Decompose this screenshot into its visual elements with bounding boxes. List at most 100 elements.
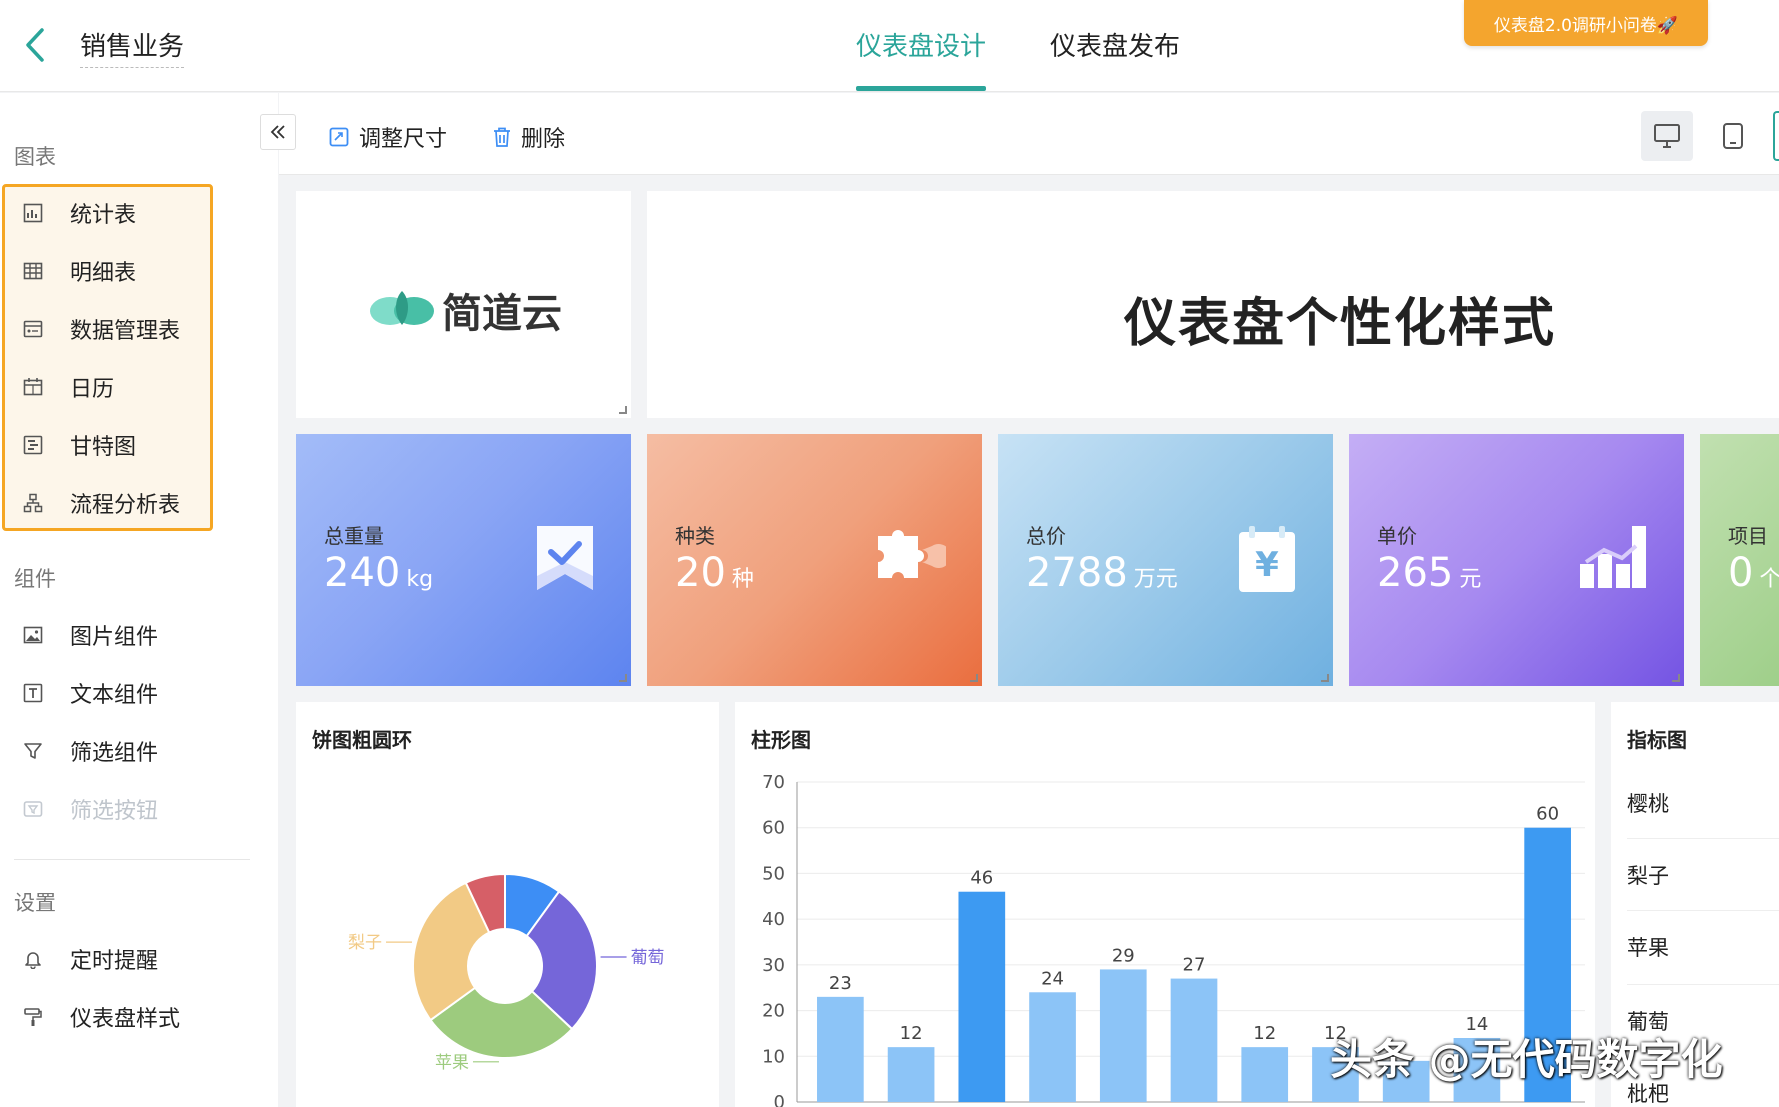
bar-data-label: 24: [1041, 968, 1064, 989]
card-resize-handle[interactable]: [970, 674, 978, 682]
sidebar-item-detail-table[interactable]: 明细表: [22, 251, 136, 291]
logo-text: 简道云: [442, 291, 562, 337]
double-chevron-left-icon: [270, 125, 285, 139]
card-resize-handle[interactable]: [1321, 674, 1329, 682]
filter-button-icon: [22, 798, 44, 820]
calendar-icon: [22, 376, 44, 398]
survey-button[interactable]: 仪表盘2.0调研小问卷🚀: [1464, 0, 1708, 46]
sidebar-item-image-component[interactable]: 图片组件: [22, 615, 158, 655]
bar-data-label: 23: [829, 973, 852, 994]
delete-label: 删除: [521, 127, 566, 152]
flow-icon: [22, 492, 44, 514]
pie-slice-label: 苹果: [435, 1053, 469, 1073]
card-resize-handle[interactable]: [619, 674, 627, 682]
back-button[interactable]: [20, 26, 50, 64]
metric-divider: [1627, 838, 1779, 839]
sidebar-item-timed-reminder[interactable]: 定时提醒: [22, 939, 158, 979]
mobile-view-button[interactable]: [1707, 111, 1759, 161]
bar-data-label: 12: [900, 1023, 923, 1044]
logo-card[interactable]: 简道云: [296, 191, 631, 418]
y-tick-label: 10: [762, 1046, 785, 1067]
bell-icon: [22, 948, 44, 970]
card-resize-handle[interactable]: [619, 406, 627, 414]
sidebar-item-label: 统计表: [70, 203, 137, 228]
bar[interactable]: [1029, 992, 1076, 1102]
sidebar-item-data-manage[interactable]: 数据管理表: [22, 309, 180, 349]
sidebar-item-gantt[interactable]: 甘特图: [22, 425, 136, 465]
y-tick-label: 50: [762, 863, 785, 884]
toolbar-overflow-button[interactable]: [1773, 111, 1779, 161]
y-tick-label: 30: [762, 955, 785, 976]
section-title-components: 组件: [14, 567, 56, 591]
app-title[interactable]: 销售业务: [80, 26, 185, 68]
watermark-text: 头条 @无代码数字化: [1330, 1035, 1723, 1084]
bar-trend-icon: [1578, 524, 1648, 594]
puzzle-icon: [870, 524, 951, 594]
text-icon: [22, 682, 44, 704]
stat-table-icon: [22, 202, 44, 224]
check-flag-icon: [535, 524, 595, 596]
sidebar-item-text-component[interactable]: 文本组件: [22, 673, 158, 713]
resize-icon: [329, 127, 349, 147]
image-icon: [22, 624, 44, 646]
jiandaoyun-logo-icon: [370, 291, 434, 325]
bar[interactable]: [1170, 978, 1218, 1102]
y-tick-label: 20: [762, 1001, 785, 1022]
bar[interactable]: [1099, 969, 1147, 1102]
collapse-sidebar-button[interactable]: [260, 114, 296, 150]
y-tick-label: 0: [774, 1092, 785, 1107]
sidebar-item-filter-component[interactable]: 筛选组件: [22, 731, 158, 771]
paint-roller-icon: [22, 1006, 44, 1028]
title-card[interactable]: 仪表盘个性化样式: [647, 191, 1779, 418]
kpi-label: 总重量: [324, 524, 384, 548]
dashboard-title: 仪表盘个性化样式: [1123, 294, 1556, 354]
bar[interactable]: [958, 891, 1006, 1102]
sidebar: 图表 统计表 明细表 数据管理表 日历 甘特图 流程分析表 组件 图片组件 文本…: [0, 93, 278, 1107]
tab-dashboard-design[interactable]: 仪表盘设计: [856, 26, 986, 63]
sidebar-item-stat-table[interactable]: 统计表: [22, 193, 136, 233]
bar-data-label: 12: [1253, 1023, 1276, 1044]
bar-data-label: 60: [1536, 804, 1559, 825]
section-title-settings: 设置: [14, 891, 56, 915]
kpi-card-total-price[interactable]: 总价 2788 万元 ¥: [998, 434, 1333, 686]
bar-data-label: 29: [1112, 945, 1135, 966]
data-manage-icon: [22, 318, 44, 340]
sidebar-item-calendar[interactable]: 日历: [22, 367, 114, 407]
bar[interactable]: [887, 1047, 935, 1102]
pie-chart-card[interactable]: 饼图粗圆环 葡萄 苹果 梨子: [296, 702, 719, 1107]
pie-slice-label: 梨子: [348, 933, 382, 953]
sidebar-item-label: 筛选按钮: [70, 799, 159, 824]
sidebar-item-dashboard-style[interactable]: 仪表盘样式: [22, 997, 180, 1037]
kpi-value: 2788 万元: [1026, 550, 1178, 596]
desktop-icon: [1654, 124, 1680, 148]
kpi-card-total-weight[interactable]: 总重量 240 kg: [296, 434, 631, 686]
chevron-left-icon: [26, 28, 44, 62]
metric-row: 梨子: [1627, 864, 1669, 888]
sidebar-item-label: 文本组件: [70, 683, 159, 708]
kpi-label: 项目: [1728, 524, 1768, 548]
kpi-card-category[interactable]: 种类 20 种: [647, 434, 982, 686]
resize-button[interactable]: 调整尺寸: [329, 121, 447, 153]
kpi-card-project[interactable]: 项目 0个: [1700, 434, 1779, 686]
sidebar-item-label: 明细表: [70, 261, 137, 286]
sidebar-item-label: 日历: [70, 377, 115, 402]
metric-row: 苹果: [1627, 936, 1669, 960]
tab-dashboard-publish[interactable]: 仪表盘发布: [1050, 26, 1180, 63]
delete-button[interactable]: 删除: [493, 121, 565, 153]
y-tick-label: 40: [762, 909, 785, 930]
kpi-label: 种类: [675, 524, 715, 548]
pie-chart: 葡萄苹果 梨子: [348, 872, 665, 1073]
y-tick-label: 70: [762, 772, 785, 793]
sidebar-item-flow-analysis[interactable]: 流程分析表: [22, 483, 180, 523]
kpi-value: 240 kg: [324, 550, 434, 596]
desktop-view-button[interactable]: [1641, 111, 1693, 161]
bar[interactable]: [817, 996, 864, 1102]
sidebar-item-label: 仪表盘样式: [70, 1007, 181, 1032]
bar-data-label: 46: [970, 868, 993, 889]
card-resize-handle[interactable]: [1672, 674, 1680, 682]
kpi-label: 单价: [1377, 524, 1417, 548]
bar[interactable]: [1241, 1047, 1289, 1102]
filter-icon: [22, 740, 44, 762]
kpi-card-unit-price[interactable]: 单价 265 元: [1349, 434, 1684, 686]
kpi-value: 265 元: [1377, 550, 1482, 596]
